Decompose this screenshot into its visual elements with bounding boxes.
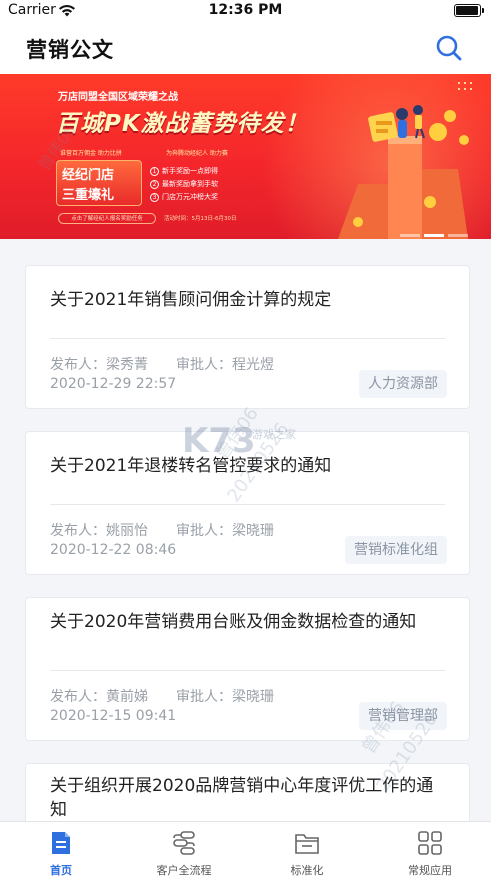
notice-title: 关于2021年退楼转名管控要求的通知 — [50, 456, 332, 476]
notice-card[interactable]: 关于2021年退楼转名管控要求的通知 发布人：姚丽怡 审批人：梁晓珊 2020-1… — [25, 431, 470, 575]
carousel-indicator[interactable] — [400, 222, 472, 239]
document-icon — [52, 832, 70, 854]
publisher-label: 发布人： — [50, 357, 106, 373]
notice-card[interactable]: 关于2021年销售顾问佣金计算的规定 发布人：梁秀菁 审批人：程光煜 2020-1… — [25, 265, 470, 409]
tab-label: 客户全流程 — [156, 864, 212, 877]
banner-cta[interactable]: 点击了解经纪人报名奖励任务 — [58, 213, 156, 224]
publisher-label: 发布人： — [50, 689, 106, 705]
promo-banner[interactable]: 万店同盟全国区域荣耀之战 百城PK激战蓄势待发！ 谁营百万佣金 助力比拼 为奔腾… — [0, 74, 491, 239]
approver-name: 梁晓珊 — [232, 523, 274, 539]
department-tag: 人力资源部 — [359, 370, 447, 398]
notice-meta: 发布人：黄前娣 审批人：梁晓珊 — [50, 686, 274, 706]
notice-meta: 发布人：梁秀菁 审批人：程光煜 — [50, 354, 274, 374]
search-icon[interactable] — [435, 34, 463, 62]
notice-title: 关于组织开展2020品牌营销中心年度评优工作的通知 — [50, 776, 434, 820]
approver-label: 审批人： — [176, 357, 232, 373]
grid-apps-icon — [418, 831, 442, 855]
notice-date: 2020-12-29 22:57 — [50, 376, 177, 392]
page-title: 营销公文 — [26, 38, 114, 62]
approver-name: 程光煜 — [232, 357, 274, 373]
carousel-dot-active[interactable] — [424, 234, 444, 237]
tab-label: 常规应用 — [408, 864, 452, 877]
card-divider — [50, 670, 445, 671]
banner-tagline-left: 谁营百万佣金 助力比拼 — [60, 150, 122, 157]
tab-label: 标准化 — [290, 864, 324, 877]
flow-icon — [173, 831, 195, 855]
tab-label: 首页 — [50, 864, 72, 877]
notice-title: 关于2020年营销费用台账及佣金数据检查的通知 — [50, 612, 417, 632]
carousel-dot[interactable] — [400, 234, 420, 237]
banner-gift-line1: 经纪门店 — [62, 168, 115, 183]
battery-icon — [454, 4, 484, 17]
publisher-name: 黄前娣 — [106, 689, 148, 705]
department-tag: 营销标准化组 — [345, 536, 447, 564]
notice-meta: 发布人：姚丽怡 审批人：梁晓珊 — [50, 520, 274, 540]
notice-card[interactable]: 关于2020年营销费用台账及佣金数据检查的通知 发布人：黄前娣 审批人：梁晓珊 2… — [25, 597, 470, 741]
card-divider — [50, 338, 445, 339]
notice-list[interactable]: 关于2021年销售顾问佣金计算的规定 发布人：梁秀菁 审批人：程光煜 2020-1… — [0, 239, 491, 821]
approver-label: 审批人： — [176, 523, 232, 539]
banner-gift-line2: 三重壕礼 — [62, 188, 115, 203]
card-divider — [50, 504, 445, 505]
carousel-dot[interactable] — [448, 234, 468, 237]
banner-reward-3: 3 门店万元冲榜大奖 — [150, 192, 218, 202]
banner-date: 活动时间：5月13日-6月30日 — [164, 216, 237, 222]
notice-date: 2020-12-22 08:46 — [50, 542, 177, 558]
status-time: 12:36 PM — [208, 2, 283, 18]
banner-reward-1: 1 新手奖励一点即得 — [150, 166, 218, 176]
tab-standardization[interactable]: 标准化 — [246, 822, 368, 878]
notice-card[interactable]: 关于组织开展2020品牌营销中心年度评优工作的通知 — [25, 763, 470, 821]
tab-bar: 首页 客户全流程 标准化 常规应用 — [0, 821, 491, 878]
tab-home[interactable]: 首页 — [0, 822, 122, 878]
trophy-podium-illustration — [338, 82, 472, 239]
banner-headline: 百城PK激战蓄势待发！ — [56, 111, 309, 137]
publisher-label: 发布人： — [50, 523, 106, 539]
publisher-name: 姚丽怡 — [106, 523, 148, 539]
tab-common-apps[interactable]: 常规应用 — [369, 822, 491, 878]
approver-name: 梁晓珊 — [232, 689, 274, 705]
tab-customer-flow[interactable]: 客户全流程 — [123, 822, 245, 878]
status-bar: Carrier 12:36 PM — [0, 0, 491, 22]
banner-tagline-right: 为奔腾动经纪人 助力赛 — [166, 150, 228, 157]
nav-bar: 营销公文 — [0, 22, 491, 74]
approver-label: 审批人： — [176, 689, 232, 705]
banner-subtitle: 万店同盟全国区域荣耀之战 — [58, 92, 178, 103]
department-tag: 营销管理部 — [359, 702, 447, 730]
publisher-name: 梁秀菁 — [106, 357, 148, 373]
folder-icon — [295, 834, 319, 854]
notice-date: 2020-12-15 09:41 — [50, 708, 177, 724]
notice-title: 关于2021年销售顾问佣金计算的规定 — [50, 290, 332, 310]
banner-reward-2: 2 最新奖励拿到手软 — [150, 179, 218, 189]
